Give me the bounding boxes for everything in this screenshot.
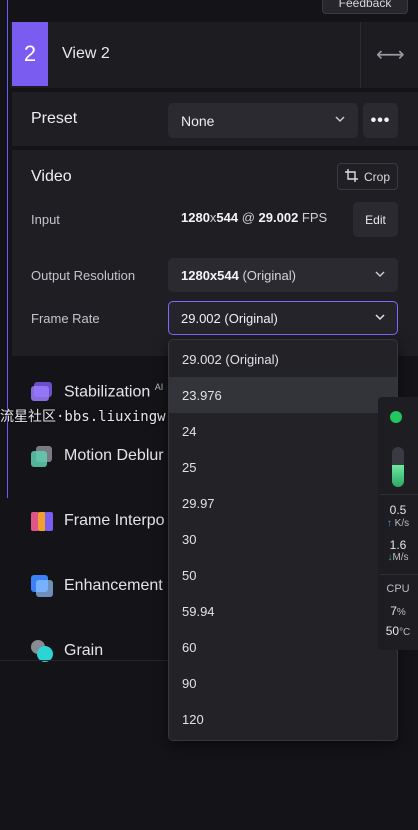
cpu-label: CPU bbox=[386, 583, 410, 595]
cpu-usage: 7% bbox=[390, 604, 406, 618]
preset-more-button[interactable]: ••• bbox=[363, 103, 398, 138]
frame-rate-option[interactable]: 30 bbox=[169, 521, 397, 557]
frame-rate-dropdown: 29.002 (Original) 23.976 24 25 29.97 30 … bbox=[168, 339, 398, 741]
frame-rate-option[interactable]: 120 bbox=[169, 701, 397, 737]
swap-horizontal-icon[interactable]: ⟷ bbox=[376, 42, 405, 67]
level-meter bbox=[392, 447, 404, 487]
feature-enhancement[interactable]: Enhancement bbox=[64, 577, 163, 595]
frame-rate-option[interactable]: 29.97 bbox=[169, 485, 397, 521]
crop-icon bbox=[344, 168, 358, 185]
ai-badge: AI bbox=[154, 382, 164, 392]
frame-rate-value: 29.002 (Original) bbox=[181, 311, 278, 326]
frame-rate-option[interactable]: 25 bbox=[169, 449, 397, 485]
level-meter-fill bbox=[392, 465, 404, 487]
feature-frame-interpolation[interactable]: Frame Interpo bbox=[64, 512, 164, 530]
upload-speed-value: 0.5 bbox=[389, 503, 407, 517]
feedback-button[interactable]: Feedback bbox=[322, 0, 408, 14]
arrow-up-icon: ↑ bbox=[386, 518, 392, 529]
frame-rate-option[interactable]: 50 bbox=[169, 557, 397, 593]
view-name: View 2 bbox=[62, 45, 110, 62]
feature-grain[interactable]: Grain bbox=[64, 642, 103, 660]
enhancement-icon bbox=[30, 574, 54, 603]
frame-rate-option[interactable]: 24 bbox=[169, 413, 397, 449]
input-label: Input bbox=[31, 212, 60, 227]
grain-icon bbox=[30, 639, 54, 668]
view-divider bbox=[360, 22, 361, 88]
motion-deblur-icon bbox=[30, 444, 54, 473]
frame-rate-option[interactable]: 60 bbox=[169, 629, 397, 665]
crop-button[interactable]: Crop bbox=[337, 163, 398, 190]
edit-input-button[interactable]: Edit bbox=[353, 202, 398, 237]
frame-rate-option[interactable]: 59.94 bbox=[169, 593, 397, 629]
stabilization-icon bbox=[30, 379, 54, 408]
chevron-down-icon bbox=[374, 268, 386, 283]
feature-motion-deblur[interactable]: Motion Deblur bbox=[64, 447, 164, 465]
status-dot bbox=[390, 411, 402, 423]
output-resolution-value: 1280x544 (Original) bbox=[181, 268, 296, 283]
divider bbox=[380, 574, 418, 575]
crop-label: Crop bbox=[363, 169, 390, 184]
chevron-down-icon bbox=[334, 113, 346, 128]
frame-interpolation-icon bbox=[30, 509, 54, 538]
frame-rate-option[interactable]: 29.002 (Original) bbox=[169, 341, 397, 377]
upload-speed-unit: ↑ K/s bbox=[386, 518, 410, 529]
video-section-title: Video bbox=[31, 168, 72, 185]
preset-value: None bbox=[181, 113, 215, 129]
download-speed-value: 1.6 bbox=[389, 538, 407, 552]
input-value: 1280x544 @ 29.002 FPS bbox=[181, 210, 328, 225]
frame-rate-option[interactable]: 23.976 bbox=[169, 377, 397, 413]
frame-rate-label: Frame Rate bbox=[31, 311, 100, 326]
output-resolution-label: Output Resolution bbox=[31, 268, 136, 283]
download-speed-unit: ↓M/s bbox=[387, 552, 409, 563]
divider bbox=[380, 494, 418, 495]
cpu-temperature: 50°C bbox=[385, 624, 411, 638]
preset-label: Preset bbox=[31, 110, 78, 127]
feature-stabilization[interactable]: Stabilization AI bbox=[64, 382, 163, 401]
chevron-down-icon bbox=[374, 311, 386, 326]
view-number-badge[interactable]: 2 bbox=[12, 22, 48, 86]
frame-rate-option[interactable]: 90 bbox=[169, 665, 397, 701]
